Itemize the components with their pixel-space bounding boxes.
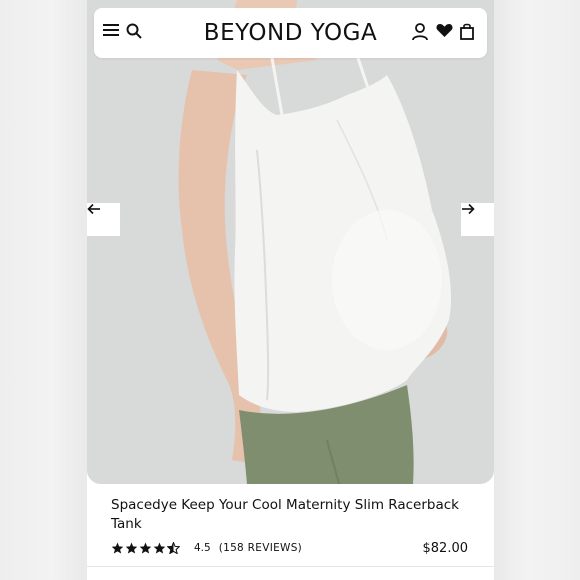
rating-value: 4.5 [194,542,211,554]
star-rating [111,542,180,554]
divider [87,566,494,567]
product-title[interactable]: Spacedye Keep Your Cool Maternity Slim R… [111,496,471,534]
star-full-icon [153,542,166,554]
star-full-icon [139,542,152,554]
product-price: $82.00 [422,541,469,556]
review-count-link[interactable]: (158 REVIEWS) [219,542,302,554]
wishlist-heart-icon[interactable] [436,23,456,43]
rating-row[interactable]: 4.5 (158 REVIEWS) [111,542,302,554]
site-header: BEYOND YOGA [94,8,487,58]
product-image[interactable]: BEYOND YOGA [87,0,494,484]
star-full-icon [111,542,124,554]
carousel-prev-button[interactable] [87,203,120,236]
star-half-icon [167,542,180,554]
page-margin-right [494,0,580,580]
carousel-next-button[interactable] [461,203,494,236]
star-full-icon [125,542,138,554]
product-photo-illustration [87,0,494,484]
page-margin-left [0,0,87,580]
account-icon[interactable] [412,23,432,43]
product-page: BEYOND YOGA Spacedye Keep Your Cool Mate [87,0,494,580]
shopping-bag-icon[interactable] [460,23,480,43]
